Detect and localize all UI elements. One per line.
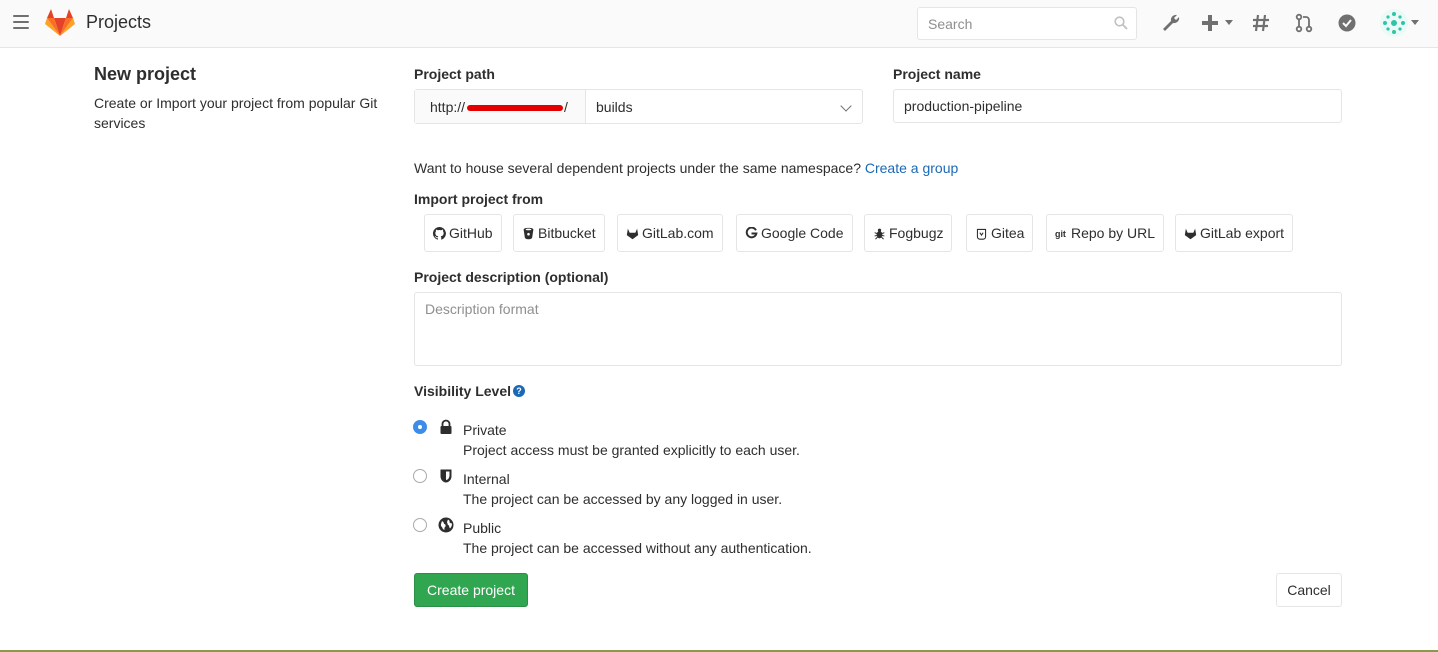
visibility-public-title: Public — [463, 520, 502, 536]
github-icon — [433, 226, 446, 240]
visibility-internal-description: The project can be accessed by any logge… — [463, 491, 783, 507]
import-github-label: GitHub — [449, 225, 493, 241]
cancel-button[interactable]: Cancel — [1276, 573, 1342, 607]
project-name-input[interactable] — [893, 89, 1342, 123]
import-fogbugz-button[interactable]: Fogbugz — [864, 214, 953, 252]
lock-icon — [440, 419, 452, 434]
import-google-code-button[interactable]: Google Code — [736, 214, 853, 252]
hash-icon[interactable] — [1250, 12, 1272, 34]
search-input[interactable] — [917, 7, 1137, 40]
import-github-button[interactable]: GitHub — [424, 214, 502, 252]
visibility-internal-title: Internal — [463, 471, 510, 487]
namespace-select[interactable]: builds — [586, 90, 862, 123]
import-repo-url-button[interactable]: git Repo by URL — [1046, 214, 1165, 252]
visibility-private-title: Private — [463, 422, 507, 438]
wrench-icon[interactable] — [1160, 12, 1182, 34]
top-navbar: Projects — [0, 0, 1438, 48]
import-gitlab-export-label: GitLab export — [1200, 225, 1285, 241]
project-path-group: http:// / builds — [414, 89, 863, 124]
project-path-label: Project path — [414, 66, 495, 82]
import-bitbucket-button[interactable]: Bitbucket — [513, 214, 605, 252]
app-title[interactable]: Projects — [86, 12, 151, 33]
description-textarea[interactable] — [414, 292, 1342, 366]
page-description: Create or Import your project from popul… — [94, 95, 378, 131]
redaction-mark — [467, 105, 563, 111]
import-gitlab-export-button[interactable]: GitLab export — [1175, 214, 1294, 252]
help-icon[interactable]: ? — [513, 385, 525, 397]
chevron-down-icon[interactable] — [1411, 20, 1419, 25]
gitlab-icon — [626, 228, 639, 239]
visibility-label: Visibility Level — [414, 383, 512, 399]
visibility-internal-radio[interactable] — [413, 469, 427, 483]
import-gitlab-label: GitLab.com — [642, 225, 714, 241]
chevron-down-icon[interactable] — [1225, 20, 1233, 25]
create-group-link[interactable]: Create a group — [865, 160, 958, 176]
group-hint-text: Want to house several dependent projects… — [414, 160, 865, 176]
project-name-label: Project name — [893, 66, 981, 82]
path-prefix: http:// / — [415, 90, 586, 123]
namespace-value: builds — [596, 99, 633, 115]
page-title: New project — [94, 64, 197, 84]
visibility-public-description: The project can be accessed without any … — [463, 540, 812, 556]
todo-check-icon[interactable] — [1336, 12, 1358, 34]
search-icon — [1114, 16, 1128, 30]
plus-icon[interactable] — [1199, 12, 1221, 34]
bug-icon — [874, 228, 885, 240]
google-icon — [745, 226, 758, 238]
visibility-private-description: Project access must be granted explicitl… — [463, 442, 800, 458]
gitlab-logo[interactable] — [44, 9, 76, 37]
description-label: Project description (optional) — [414, 269, 609, 285]
path-prefix-text: http:// — [430, 99, 466, 115]
bitbucket-icon — [523, 227, 534, 239]
import-google-code-label: Google Code — [761, 225, 844, 241]
git-icon: git — [1055, 228, 1066, 238]
import-repo-url-label: Repo by URL — [1071, 225, 1156, 241]
merge-request-icon[interactable] — [1293, 12, 1315, 34]
import-fogbugz-label: Fogbugz — [889, 225, 944, 241]
visibility-private-radio[interactable] — [413, 420, 427, 434]
visibility-public-radio[interactable] — [413, 518, 427, 532]
group-hint: Want to house several dependent projects… — [414, 160, 958, 176]
avatar[interactable] — [1380, 9, 1408, 37]
shield-icon — [440, 469, 452, 483]
chevron-down-icon — [840, 100, 852, 112]
menu-icon[interactable] — [13, 15, 29, 29]
gitlab-icon — [1184, 228, 1197, 239]
create-project-button[interactable]: Create project — [414, 573, 528, 607]
gitea-icon — [976, 228, 987, 240]
import-gitlab-button[interactable]: GitLab.com — [617, 214, 723, 252]
import-gitea-label: Gitea — [991, 225, 1025, 241]
import-bitbucket-label: Bitbucket — [538, 225, 596, 241]
svg-text:git: git — [1055, 228, 1066, 238]
import-gitea-button[interactable]: Gitea — [966, 214, 1034, 252]
import-label: Import project from — [414, 191, 544, 207]
path-suffix: / — [564, 99, 568, 115]
globe-icon — [438, 517, 454, 533]
